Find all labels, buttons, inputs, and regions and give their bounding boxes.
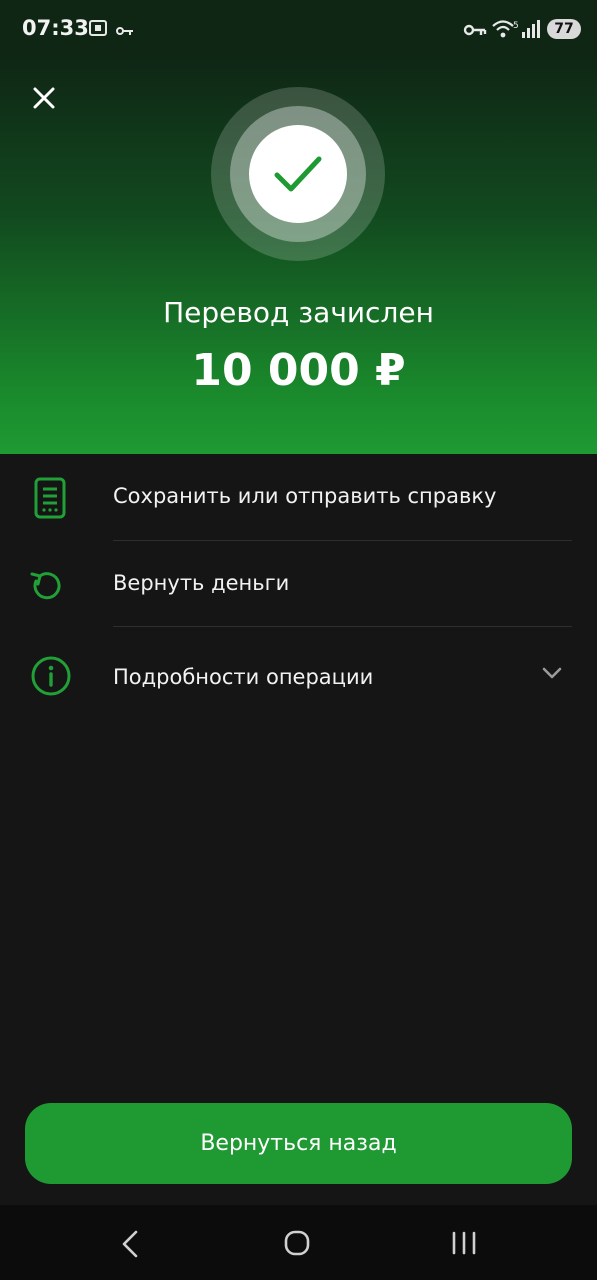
go-back-button[interactable]: Вернуться назад (25, 1103, 572, 1184)
document-icon (30, 476, 70, 524)
refund-label: Вернуть деньги (113, 571, 290, 595)
operation-details-item[interactable]: Подробности операции (0, 627, 597, 723)
svg-text:5: 5 (513, 21, 519, 31)
refund-item[interactable]: Вернуть деньги (0, 541, 597, 627)
system-nav-bar (0, 1205, 597, 1280)
save-receipt-label: Сохранить или отправить справку (113, 484, 497, 508)
operation-details-label: Подробности операции (113, 665, 374, 689)
save-receipt-item[interactable]: Сохранить или отправить справку (0, 454, 597, 540)
signal-icon (521, 18, 541, 44)
success-badge (249, 125, 347, 223)
status-bar: 07:33 5 77 (0, 0, 597, 58)
battery-level: 77 (547, 19, 581, 39)
checkmark-icon (274, 156, 322, 192)
info-icon (30, 655, 72, 701)
close-icon (33, 87, 55, 109)
home-nav-icon[interactable] (283, 1229, 311, 1261)
key-icon (116, 22, 134, 41)
chevron-down-icon[interactable] (541, 665, 563, 684)
page-title: Перевод зачислен (163, 296, 434, 329)
wifi-icon: 5 (491, 18, 519, 44)
transfer-amount: 10 000 ₽ (191, 345, 406, 396)
vpn-key-icon (463, 22, 487, 41)
back-nav-icon[interactable] (118, 1229, 142, 1263)
recents-nav-icon[interactable] (450, 1229, 478, 1261)
status-time: 07:33 (22, 16, 89, 40)
refund-icon (30, 569, 62, 607)
close-button[interactable] (26, 80, 62, 116)
screenshot-icon (88, 18, 108, 42)
